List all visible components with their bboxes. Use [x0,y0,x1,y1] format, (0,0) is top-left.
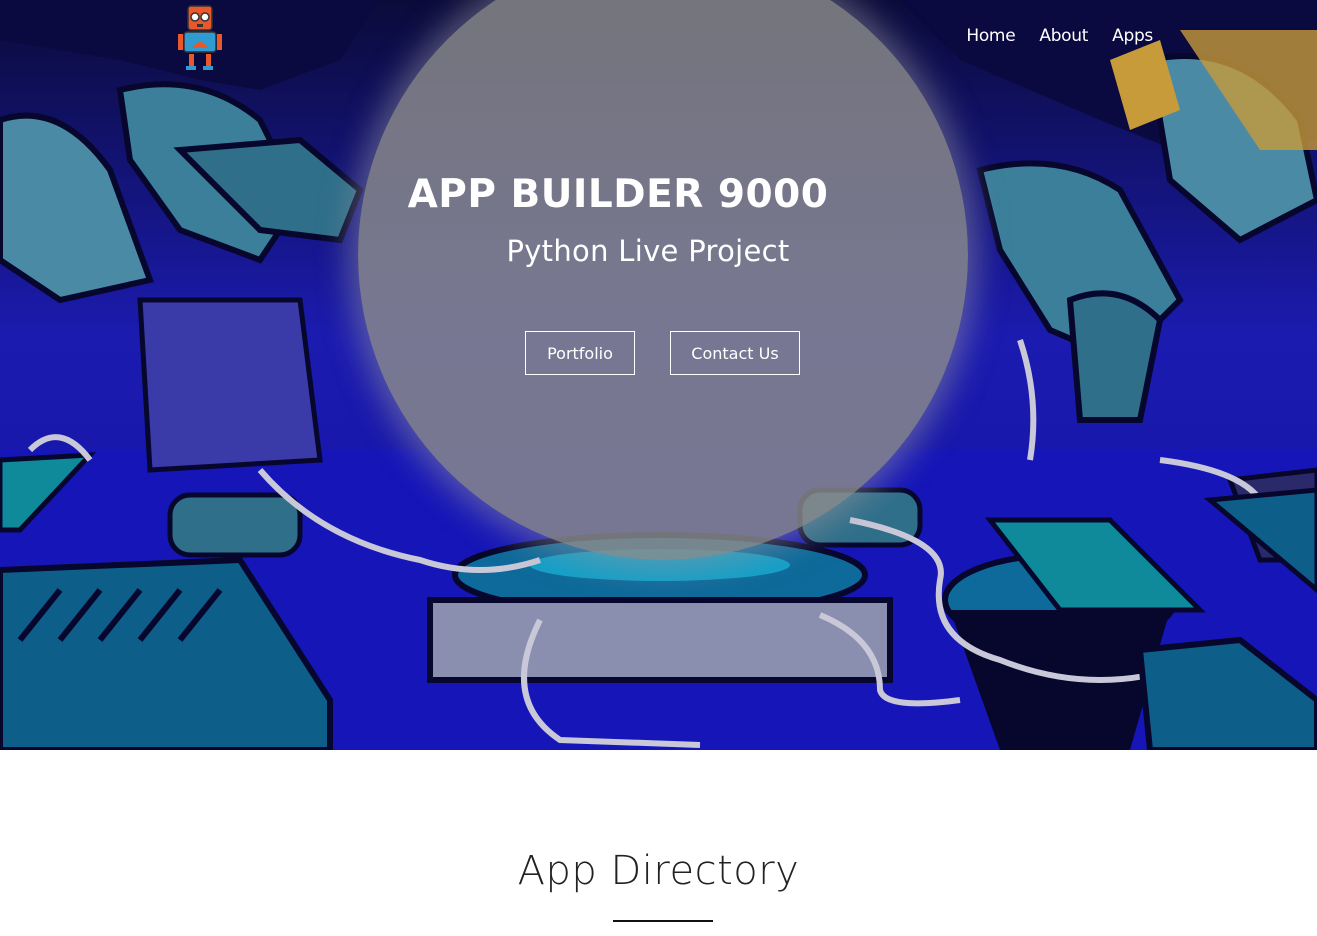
main-nav: Home About Apps [966,26,1153,46]
hero-title: APP BUILDER 9000 [407,172,829,217]
hero-subtitle: Python Live Project [506,234,790,268]
nav-home-link[interactable]: Home [966,26,1015,46]
heading-underline-divider [613,920,713,922]
hero-section: Home About Apps APP BUILDER 9000 Python … [0,0,1317,750]
nav-about-link[interactable]: About [1039,26,1088,46]
app-directory-heading: App Directory [517,848,800,894]
robot-logo-icon[interactable] [174,4,222,72]
contact-us-button[interactable]: Contact Us [670,331,800,375]
portfolio-button[interactable]: Portfolio [525,331,635,375]
nav-apps-link[interactable]: Apps [1112,26,1153,46]
